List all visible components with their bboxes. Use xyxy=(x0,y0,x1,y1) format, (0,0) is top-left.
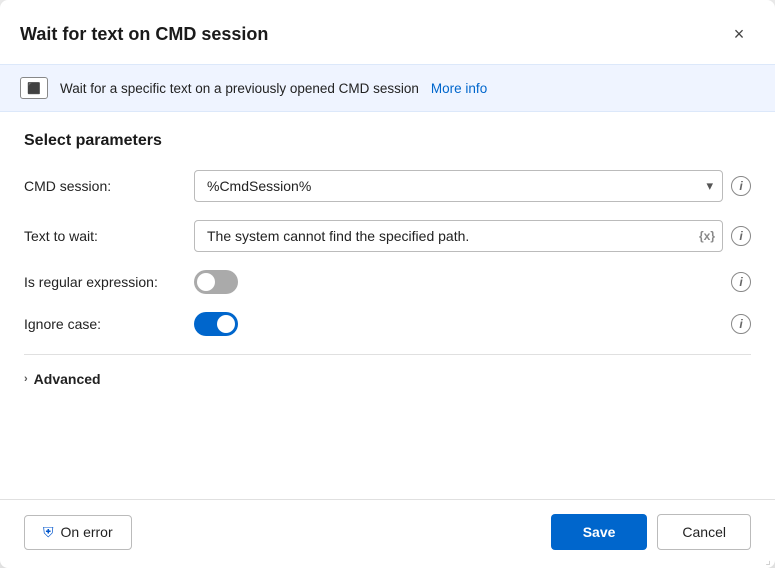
on-error-button[interactable]: ⛨ On error xyxy=(24,515,132,550)
is-regular-expression-toggle[interactable] xyxy=(194,270,238,294)
cancel-button[interactable]: Cancel xyxy=(657,514,751,550)
footer: ⛨ On error Save Cancel xyxy=(0,499,775,568)
cmd-session-select-wrapper: %CmdSession% ▾ xyxy=(194,170,723,202)
cmd-session-control: %CmdSession% ▾ i xyxy=(194,170,751,202)
more-info-link[interactable]: More info xyxy=(431,81,487,96)
shield-icon: ⛨ xyxy=(43,524,54,541)
cmd-session-row: CMD session: %CmdSession% ▾ i xyxy=(24,170,751,202)
toggle-slider-on xyxy=(194,312,238,336)
is-regular-expression-control: i xyxy=(194,270,751,294)
on-error-label: On error xyxy=(61,524,113,540)
advanced-label: Advanced xyxy=(34,371,101,387)
cmd-icon: ⬛ xyxy=(20,77,48,99)
toggle-slider-off xyxy=(194,270,238,294)
ignore-case-toggle-container xyxy=(194,312,238,336)
content-area: Select parameters CMD session: %CmdSessi… xyxy=(0,112,775,499)
text-to-wait-row: Text to wait: {x} i xyxy=(24,220,751,252)
text-to-wait-label: Text to wait: xyxy=(24,228,184,244)
cmd-session-info-icon[interactable]: i xyxy=(731,176,751,196)
info-banner-text: Wait for a specific text on a previously… xyxy=(60,81,419,96)
advanced-section[interactable]: › Advanced xyxy=(24,363,751,395)
is-regular-expression-toggle-container xyxy=(194,270,238,294)
ignore-case-control: i xyxy=(194,312,751,336)
is-regular-expression-info-icon[interactable]: i xyxy=(731,272,751,292)
text-to-wait-input[interactable] xyxy=(194,220,723,252)
dialog: Wait for text on CMD session × ⬛ Wait fo… xyxy=(0,0,775,568)
ignore-case-info-icon[interactable]: i xyxy=(731,314,751,334)
dialog-title: Wait for text on CMD session xyxy=(20,24,268,45)
is-regular-expression-row: Is regular expression: i xyxy=(24,270,751,294)
cmd-session-label: CMD session: xyxy=(24,178,184,194)
section-title: Select parameters xyxy=(24,132,751,150)
text-to-wait-input-wrapper: {x} xyxy=(194,220,723,252)
variable-button[interactable]: {x} xyxy=(699,229,715,243)
text-to-wait-control: {x} i xyxy=(194,220,751,252)
title-bar: Wait for text on CMD session × xyxy=(0,0,775,64)
info-banner: ⬛ Wait for a specific text on a previous… xyxy=(0,64,775,112)
ignore-case-toggle[interactable] xyxy=(194,312,238,336)
is-regular-expression-label: Is regular expression: xyxy=(24,274,184,290)
ignore-case-label: Ignore case: xyxy=(24,316,184,332)
close-button[interactable]: × xyxy=(723,18,755,50)
advanced-chevron-icon: › xyxy=(24,373,28,385)
footer-right: Save Cancel xyxy=(551,514,751,550)
ignore-case-row: Ignore case: i xyxy=(24,312,751,336)
save-button[interactable]: Save xyxy=(551,514,648,550)
divider xyxy=(24,354,751,355)
cmd-session-select[interactable]: %CmdSession% xyxy=(194,170,723,202)
text-to-wait-info-icon[interactable]: i xyxy=(731,226,751,246)
resize-handle: ⌟ xyxy=(765,554,771,566)
